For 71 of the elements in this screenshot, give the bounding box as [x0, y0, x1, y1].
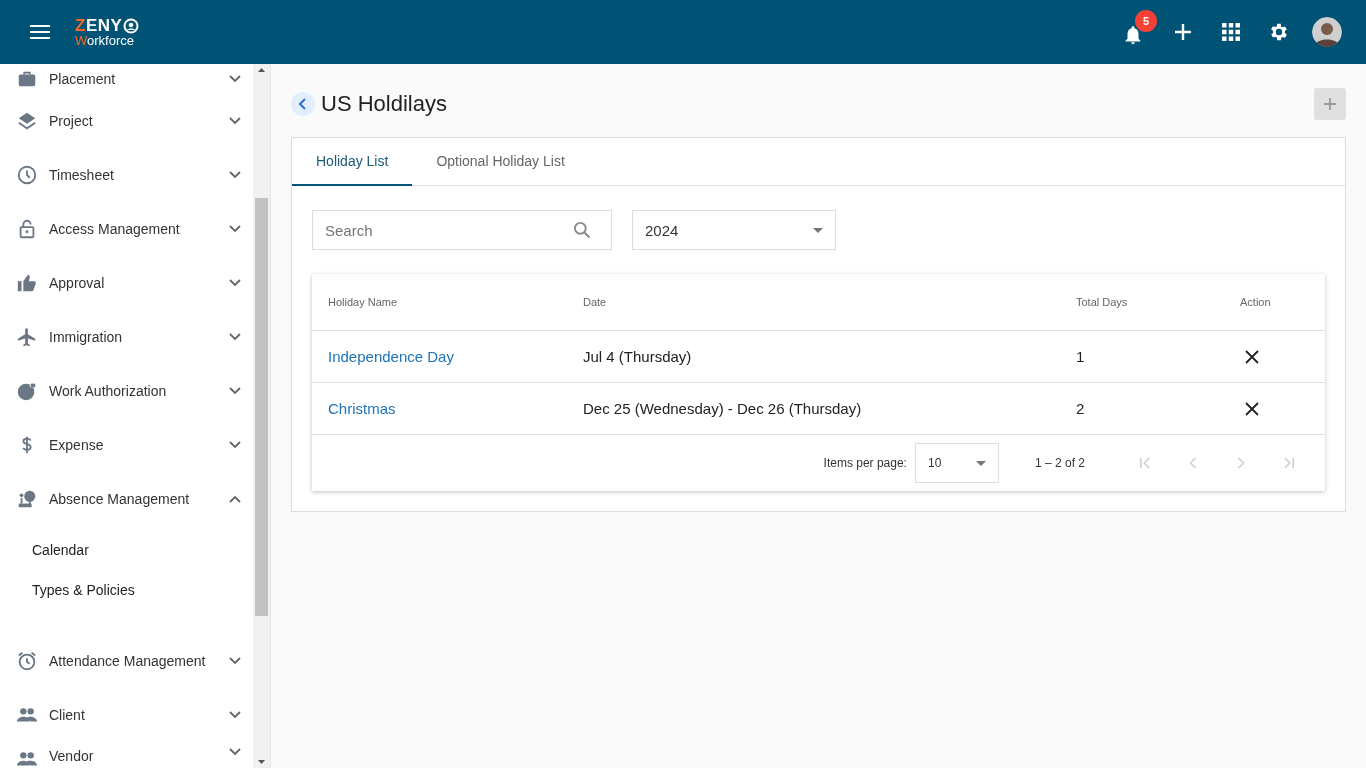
sidebar-item[interactable]: Approval — [0, 256, 253, 310]
column-header: Date — [583, 296, 608, 308]
search-icon — [572, 220, 592, 240]
close-icon — [1244, 348, 1260, 365]
chevron-icon — [229, 495, 241, 503]
dropdown-arrow-icon — [813, 227, 823, 233]
chevron-icon — [229, 225, 241, 233]
sidebar-item[interactable]: Placement — [0, 64, 253, 94]
chevron-icon — [229, 657, 241, 665]
table-cell-text: 1 — [1076, 348, 1086, 365]
chevron-icon — [229, 279, 241, 287]
back-button[interactable] — [291, 92, 315, 116]
table-cell-text: 2 — [1076, 400, 1086, 417]
sidebar-item[interactable]: Immigration — [0, 310, 253, 364]
sidebar-item[interactable]: Absence Management — [0, 472, 253, 526]
sidebar-subitem[interactable]: Types & Policies — [0, 570, 253, 610]
logo-text: ZENY — [75, 17, 123, 34]
chevron-icon — [229, 117, 241, 125]
sidebar-item[interactable]: Client — [0, 688, 253, 742]
year-select[interactable]: 2024 — [632, 210, 836, 250]
apps-grid-icon — [1222, 23, 1240, 41]
chevron-icon — [229, 748, 241, 756]
chevron-icon — [229, 75, 241, 83]
column-header: Total Days — [1076, 296, 1129, 308]
plus-icon — [1174, 23, 1192, 41]
chevron-icon — [229, 171, 241, 179]
chevron-icon — [229, 441, 241, 449]
tab[interactable]: Holiday List — [292, 138, 413, 186]
sidebar-item-icon — [16, 272, 38, 294]
table-cell-text: Dec 25 (Wednesday) - Dec 26 (Thursday) — [583, 400, 863, 417]
logo-subtitle: Workforce — [75, 34, 135, 47]
sidebar-subitem[interactable]: Calendar — [0, 530, 253, 570]
holiday-name-link[interactable]: Independence Day — [328, 348, 583, 365]
chevron-icon — [229, 387, 241, 395]
sidebar-item[interactable]: Project — [0, 94, 253, 148]
page-range: 1 – 2 of 2 — [1034, 456, 1085, 470]
scrollbar[interactable] — [253, 64, 270, 768]
sidebar-item[interactable]: Expense — [0, 418, 253, 472]
dropdown-arrow-icon — [975, 460, 986, 466]
notification-badge: 5 — [1135, 10, 1157, 32]
table-cell-text: Jul 4 (Thursday) — [583, 348, 693, 365]
menu-icon — [30, 25, 50, 39]
avatar-silhouette-icon — [1312, 17, 1342, 47]
notifications-button[interactable]: 5 — [1121, 10, 1159, 54]
sidebar-item[interactable]: Work Authorization — [0, 364, 253, 418]
settings-icon — [1268, 21, 1290, 43]
column-header: Action — [1240, 296, 1272, 308]
user-avatar[interactable] — [1312, 17, 1342, 47]
column-header: Holiday Name — [328, 296, 399, 308]
sidebar-item[interactable]: Timesheet — [0, 148, 253, 202]
sidebar-item-icon — [16, 110, 38, 132]
page-title: US Holdilays — [321, 91, 447, 117]
sidebar-item-icon — [16, 164, 38, 186]
sidebar-item-icon — [16, 326, 38, 348]
sidebar-item-icon — [16, 380, 38, 402]
items-per-page-label: Items per page: — [823, 456, 907, 470]
sidebar-item[interactable]: Access Management — [0, 202, 253, 256]
page-size-select[interactable]: 10 — [914, 443, 999, 483]
close-icon — [1244, 400, 1260, 417]
tab[interactable]: Optional Holiday List — [412, 138, 589, 186]
search-field[interactable]: Search — [312, 210, 612, 250]
holiday-name-link[interactable]: Christmas — [328, 400, 583, 417]
sidebar-item-icon — [16, 650, 38, 672]
chevron-left-icon — [298, 98, 308, 110]
chevron-icon — [229, 711, 241, 719]
sidebar-item[interactable]: Attendance Management — [0, 634, 253, 688]
sidebar-item[interactable]: Vendor — [0, 742, 253, 768]
plus-icon — [1323, 97, 1337, 111]
logo-person-icon — [123, 17, 140, 34]
sidebar-item-icon — [16, 488, 38, 510]
chevron-icon — [229, 333, 241, 341]
